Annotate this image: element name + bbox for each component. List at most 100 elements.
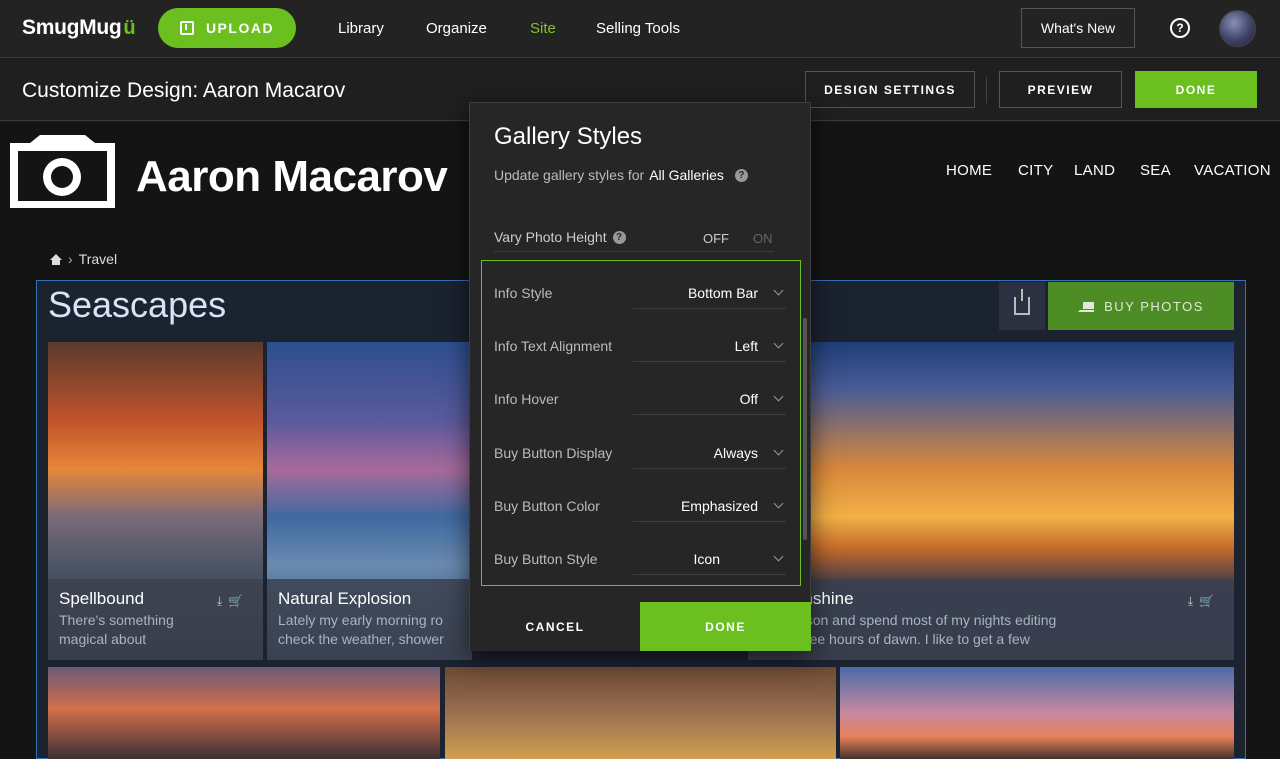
smugmug-logo[interactable]: SmugMug ü: [22, 16, 136, 40]
toggle-off[interactable]: OFF: [703, 231, 729, 246]
photo-desc: till the wee hours of dawn. I like to ge…: [759, 631, 1030, 647]
camera-logo-icon: [10, 135, 115, 208]
select-value: Emphasized: [680, 498, 758, 514]
photo-title: ng Sunshine: [759, 589, 854, 608]
photo-desc: ight person and spend most of my nights …: [759, 612, 1057, 628]
vary-photo-height-label: Vary Photo Height ?: [494, 229, 626, 245]
select-value: Always: [713, 445, 758, 461]
chevron-right-icon: ›: [68, 251, 73, 267]
cart-icon: [1078, 300, 1095, 312]
chevron-down-icon: [773, 391, 784, 402]
photo-sunset-rocks[interactable]: [48, 667, 440, 759]
dialog-scrollbar[interactable]: [803, 318, 807, 540]
photo-info-bar: Spellbound There's something magical abo…: [48, 579, 263, 660]
setting-buy-button-display: Buy Button Display Always: [494, 431, 786, 471]
logo-text: SmugMug: [22, 16, 122, 39]
site-nav-sea[interactable]: SEA: [1140, 162, 1171, 179]
photo-title: Natural Explosion: [278, 589, 412, 608]
upload-button[interactable]: UPLOAD: [158, 8, 296, 48]
share-button[interactable]: [999, 282, 1045, 330]
buy-photos-button[interactable]: BUY PHOTOS: [1048, 282, 1234, 330]
download-cart-icons[interactable]: ⤓🛒: [1188, 594, 1220, 609]
page-title: Customize Design: Aaron Macarov: [22, 79, 346, 102]
subtitle-prefix: Update gallery styles for: [494, 167, 645, 183]
smile-icon: ü: [123, 17, 136, 39]
help-icon[interactable]: ?: [734, 168, 748, 182]
photo-info-bar: Natural Explosion Lately my early mornin…: [267, 579, 472, 660]
download-cart-icons[interactable]: ⤓🛒: [217, 594, 249, 609]
photo-desc: There's something: [59, 612, 174, 628]
photo-info-bar: ng Sunshine ight person and spend most o…: [748, 579, 1234, 660]
cancel-button[interactable]: CANCEL: [470, 602, 640, 651]
vary-label-text: Vary Photo Height: [494, 229, 607, 245]
select-value: Left: [734, 338, 758, 354]
buy-button-style-select[interactable]: Icon: [633, 541, 786, 575]
dialog-title: Gallery Styles: [494, 123, 643, 150]
setting-label: Info Text Alignment: [494, 338, 613, 354]
dialog-done-button[interactable]: DONE: [640, 602, 811, 651]
setting-buy-button-style: Buy Button Style Icon: [494, 537, 786, 577]
top-navbar: SmugMug ü UPLOAD Library Organize Site Se…: [0, 0, 1280, 58]
setting-info-style: Info Style Bottom Bar: [494, 271, 786, 311]
setting-label: Buy Button Display: [494, 445, 613, 461]
help-icon[interactable]: ?: [1170, 18, 1190, 38]
nav-library[interactable]: Library: [338, 20, 384, 37]
photo-rock-arch[interactable]: [445, 667, 836, 759]
preview-button[interactable]: PREVIEW: [999, 71, 1122, 108]
settings-group: Info Style Bottom Bar Info Text Alignmen…: [481, 260, 801, 586]
chevron-down-icon: [773, 551, 784, 562]
site-name[interactable]: Aaron Macarov: [136, 152, 448, 202]
select-value: Bottom Bar: [687, 285, 758, 301]
site-nav-vacation[interactable]: VACATION: [1194, 162, 1271, 179]
nav-site[interactable]: Site: [530, 20, 556, 37]
site-nav-land[interactable]: LAND: [1074, 162, 1115, 179]
buy-photos-label: BUY PHOTOS: [1104, 298, 1204, 314]
chevron-down-icon: [773, 338, 784, 349]
site-nav-city[interactable]: CITY: [1018, 162, 1053, 179]
setting-info-text-alignment: Info Text Alignment Left: [494, 324, 786, 364]
subtitle-target: All Galleries: [649, 167, 724, 183]
info-text-alignment-select[interactable]: Left: [633, 328, 786, 362]
setting-buy-button-color: Buy Button Color Emphasized: [494, 484, 786, 524]
photo-spellbound[interactable]: Spellbound There's something magical abo…: [48, 342, 263, 660]
help-icon[interactable]: ?: [612, 230, 626, 244]
breadcrumb-travel[interactable]: Travel: [79, 251, 117, 267]
share-icon: [1014, 289, 1030, 315]
photo-coast-cliff[interactable]: [840, 667, 1234, 759]
upload-label: UPLOAD: [205, 20, 275, 36]
photo-desc: magical about: [59, 631, 147, 647]
vary-photo-height-row: Vary Photo Height ? OFF ON: [494, 227, 774, 252]
breadcrumb: › Travel: [50, 251, 117, 267]
whats-new-button[interactable]: What's New: [1021, 8, 1135, 48]
nav-selling-tools[interactable]: Selling Tools: [596, 20, 680, 37]
info-hover-select[interactable]: Off: [633, 381, 786, 415]
gallery-styles-dialog: Gallery Styles Update gallery styles for…: [469, 102, 811, 651]
chevron-down-icon: [773, 445, 784, 456]
dialog-subtitle: Update gallery styles for All Galleries …: [494, 167, 748, 183]
toggle-on[interactable]: ON: [753, 231, 773, 246]
toolbar-divider: [986, 77, 987, 103]
setting-info-hover: Info Hover Off: [494, 377, 786, 417]
nav-organize[interactable]: Organize: [426, 20, 487, 37]
site-nav-home[interactable]: HOME: [946, 162, 992, 179]
buy-button-display-select[interactable]: Always: [633, 435, 786, 469]
photo-golden-gate[interactable]: ng Sunshine ight person and spend most o…: [748, 342, 1234, 660]
photo-desc: Lately my early morning ro: [278, 612, 443, 628]
select-value: Off: [739, 391, 758, 407]
photo-natural-explosion[interactable]: Natural Explosion Lately my early mornin…: [267, 342, 472, 660]
buy-button-color-select[interactable]: Emphasized: [633, 488, 786, 522]
setting-label: Buy Button Color: [494, 498, 600, 514]
avatar[interactable]: [1219, 10, 1256, 47]
setting-label: Info Style: [494, 285, 553, 301]
info-style-select[interactable]: Bottom Bar: [633, 275, 786, 309]
setting-label: Buy Button Style: [494, 551, 598, 567]
gallery-title: Seascapes: [48, 284, 227, 325]
upload-icon: [179, 21, 194, 35]
setting-label: Info Hover: [494, 391, 559, 407]
select-value: Icon: [693, 551, 720, 567]
done-button[interactable]: DONE: [1135, 71, 1257, 108]
chevron-down-icon: [773, 285, 784, 296]
design-settings-button[interactable]: DESIGN SETTINGS: [805, 71, 975, 108]
photo-desc: check the weather, shower: [278, 631, 444, 647]
home-icon[interactable]: [50, 253, 62, 265]
